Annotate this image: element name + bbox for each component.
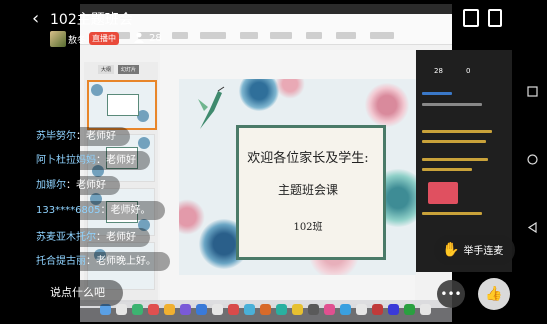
ribbon-button bbox=[306, 32, 322, 39]
back-button[interactable]: ‹ bbox=[32, 10, 39, 28]
chat-username: 苏毕努尔 bbox=[36, 131, 76, 142]
chat-text: 老师晚上好。 bbox=[96, 256, 156, 267]
dock-app-icon[interactable] bbox=[372, 304, 383, 315]
chat-username: 133****6805 bbox=[36, 205, 101, 216]
raise-hand-label: 举手连麦 bbox=[463, 246, 504, 257]
dock-app-icon[interactable] bbox=[388, 304, 399, 315]
dock-app-icon[interactable] bbox=[308, 304, 319, 315]
home-icon[interactable] bbox=[527, 154, 538, 168]
host-avatar[interactable] bbox=[50, 31, 66, 47]
panel-text-line bbox=[422, 130, 492, 133]
dock-app-icon[interactable] bbox=[340, 304, 351, 315]
panel-image bbox=[428, 182, 458, 204]
chat-text: 老师好 bbox=[106, 232, 136, 243]
layout-switch-icon[interactable] bbox=[488, 9, 502, 27]
hummingbird-illustration bbox=[198, 86, 225, 129]
thumbnail-card bbox=[107, 94, 139, 116]
ribbon-button bbox=[370, 32, 394, 39]
panel-text-line bbox=[422, 92, 452, 95]
back-triangle-icon[interactable] bbox=[527, 221, 538, 236]
tab-slides[interactable]: 幻灯片 bbox=[118, 65, 140, 74]
flower-decoration bbox=[239, 79, 279, 111]
dock-app-icon[interactable] bbox=[324, 304, 335, 315]
chat-message: 托合提古丽：老师晚上好。 bbox=[22, 252, 170, 271]
dock-app-icon[interactable] bbox=[196, 304, 207, 315]
dock-app-icon[interactable] bbox=[420, 304, 431, 315]
slide-class-name: 102班 bbox=[293, 222, 323, 233]
live-status-badge: 直播中 bbox=[89, 32, 119, 45]
dock-app-icon[interactable] bbox=[116, 304, 127, 315]
ribbon-button bbox=[240, 32, 258, 39]
chat-message: 苏毕努尔：老师好 bbox=[22, 127, 130, 146]
chat-username: 阿卜杜拉妈妈 bbox=[36, 155, 96, 166]
viewer-count: 28 bbox=[149, 33, 162, 44]
ribbon-button bbox=[172, 32, 188, 39]
chat-text: 老师好。 bbox=[110, 205, 151, 216]
dock-app-icon[interactable] bbox=[276, 304, 287, 315]
hand-icon: ✋ bbox=[442, 242, 460, 258]
chat-text: 老师好 bbox=[86, 131, 116, 142]
room-title: 102主题班会 bbox=[50, 12, 133, 28]
chat-text: 老师好 bbox=[106, 155, 136, 166]
slide-thumbnail[interactable] bbox=[87, 80, 157, 130]
slide-greeting: 欢迎各位家长及学生: bbox=[247, 151, 369, 166]
thumb-up-icon[interactable]: 👍 bbox=[478, 278, 510, 310]
ribbon-button bbox=[200, 32, 226, 39]
dock-app-icon[interactable] bbox=[356, 304, 367, 315]
ribbon-button bbox=[336, 32, 356, 39]
chat-message: 加娜尔：老师好 bbox=[22, 176, 120, 195]
panel-text-line bbox=[422, 212, 482, 215]
dock-app-icon[interactable] bbox=[132, 304, 143, 315]
dock-app-icon[interactable] bbox=[212, 304, 223, 315]
host-name: 敖冬 bbox=[68, 36, 87, 46]
dock-app-icon[interactable] bbox=[260, 304, 271, 315]
tab-outline[interactable]: 大纲 bbox=[98, 65, 115, 74]
ribbon-button bbox=[270, 32, 292, 39]
chat-username: 苏麦亚木托尔 bbox=[36, 232, 96, 243]
flower-decoration bbox=[275, 79, 305, 99]
flower-decoration bbox=[91, 84, 103, 96]
dock-app-icon[interactable] bbox=[244, 304, 255, 315]
screen-share-toggle-icon[interactable] bbox=[463, 9, 479, 27]
panel-text-line bbox=[422, 158, 488, 161]
flower-decoration bbox=[138, 137, 150, 149]
dock-app-icon[interactable] bbox=[228, 304, 239, 315]
panel-text-line bbox=[422, 140, 486, 143]
chat-message: 133****6805：老师好。 bbox=[22, 201, 165, 220]
panel-stat: 0 bbox=[466, 67, 471, 75]
dock-app-icon[interactable] bbox=[148, 304, 159, 315]
chat-message: 阿卜杜拉妈妈：老师好 bbox=[22, 151, 150, 170]
raise-hand-button[interactable]: ✋ 举手连麦 bbox=[434, 235, 516, 265]
mac-menu-bar bbox=[80, 4, 452, 14]
chat-username: 加娜尔 bbox=[36, 180, 66, 191]
panel-text-line bbox=[422, 103, 482, 106]
dock-app-icon[interactable] bbox=[292, 304, 303, 315]
dock-app-icon[interactable] bbox=[164, 304, 175, 315]
more-button[interactable]: ••• bbox=[437, 280, 465, 308]
dock-app-icon[interactable] bbox=[180, 304, 191, 315]
chat-input[interactable]: 说点什么吧 bbox=[32, 280, 123, 306]
slide-subtitle: 主题班会课 bbox=[277, 183, 338, 197]
chat-text: 老师好 bbox=[76, 180, 106, 191]
recent-apps-icon[interactable] bbox=[527, 86, 538, 100]
panel-stat: 28 bbox=[434, 67, 443, 75]
dock-app-icon[interactable] bbox=[404, 304, 415, 315]
chat-message: 苏麦亚木托尔：老师好 bbox=[22, 228, 150, 247]
person-icon bbox=[134, 32, 144, 46]
panel-text-line bbox=[422, 168, 472, 171]
flower-decoration bbox=[365, 83, 409, 127]
chat-username: 托合提古丽 bbox=[36, 256, 86, 267]
flower-decoration bbox=[179, 199, 205, 235]
